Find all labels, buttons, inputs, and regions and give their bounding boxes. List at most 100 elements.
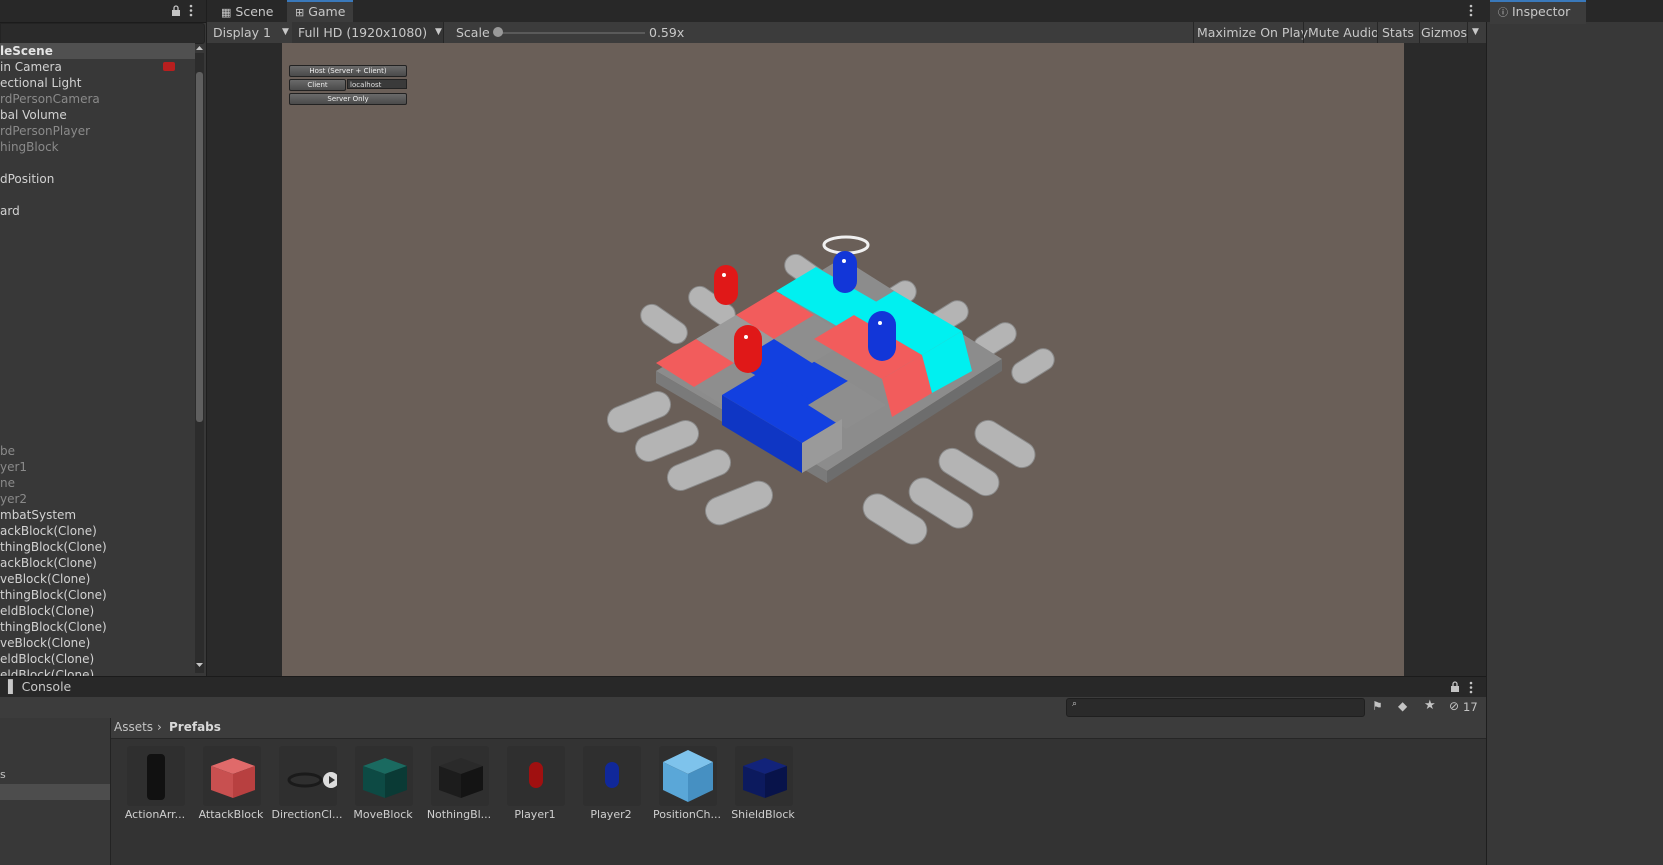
breadcrumb-assets[interactable]: Assets	[114, 720, 153, 734]
hierarchy-item[interactable]	[0, 219, 195, 235]
hierarchy-item[interactable]: yer2	[0, 491, 195, 507]
kebab-menu-icon[interactable]	[1469, 4, 1473, 17]
display-dropdown[interactable]: Display 1 ▼	[213, 22, 289, 43]
breadcrumb-prefabs[interactable]: Prefabs	[169, 720, 221, 734]
lock-icon[interactable]	[1450, 681, 1460, 693]
cylinder	[666, 449, 732, 491]
hierarchy-item[interactable]	[0, 379, 195, 395]
hierarchy-scrollbar-thumb[interactable]	[196, 72, 203, 422]
console-header: ▌ Console	[0, 676, 1486, 699]
hierarchy-item[interactable]	[0, 251, 195, 267]
filter-by-type-icon[interactable]: ⚑	[1372, 699, 1383, 713]
tab-scene-label: Scene	[235, 4, 274, 19]
hierarchy-item[interactable]	[0, 363, 195, 379]
hierarchy-item[interactable]	[0, 315, 195, 331]
hierarchy-item[interactable]: hingBlock	[0, 139, 195, 155]
hierarchy-item[interactable]	[0, 267, 195, 283]
resolution-dropdown[interactable]: Full HD (1920x1080) ▼	[292, 22, 443, 43]
asset-item[interactable]: PositionCh...	[652, 746, 722, 821]
hierarchy-item[interactable]: be	[0, 443, 195, 459]
mute-audio-toggle[interactable]: Mute Audio	[1308, 22, 1379, 43]
hierarchy-item[interactable]: eldBlock(Clone)	[0, 603, 195, 619]
game-view-tabbar: ▦ Scene ⊞ Game	[207, 0, 1486, 24]
tab-console[interactable]: ▌ Console	[0, 677, 79, 697]
stats-toggle[interactable]: Stats	[1382, 22, 1414, 43]
hierarchy-item[interactable]: thingBlock(Clone)	[0, 587, 195, 603]
hierarchy-item[interactable]: eldBlock(Clone)	[0, 651, 195, 667]
hierarchy-item[interactable]: leScene	[0, 43, 195, 59]
selected-folder-row[interactable]	[0, 784, 110, 800]
blue-capsule-icon	[583, 746, 641, 806]
label-icon[interactable]: ◆	[1398, 699, 1407, 713]
hierarchy-item[interactable]: veBlock(Clone)	[0, 635, 195, 651]
asset-item[interactable]: ShieldBlock	[728, 746, 798, 821]
folder-row-partial[interactable]: s	[0, 768, 6, 781]
breadcrumb: Assets › Prefabs	[111, 718, 1486, 739]
scale-label: Scale	[456, 25, 490, 40]
hierarchy-item[interactable]: mbatSystem	[0, 507, 195, 523]
asset-item[interactable]: AttackBlock	[196, 746, 266, 821]
hierarchy-item[interactable]: ectional Light	[0, 75, 195, 91]
navy-cube-icon	[735, 746, 793, 806]
cylinder	[1011, 348, 1055, 384]
hidden-packages-icon[interactable]: ⊘	[1449, 699, 1459, 713]
tab-console-label: Console	[21, 679, 72, 694]
asset-label: Player2	[590, 808, 632, 821]
hierarchy-item[interactable]: ackBlock(Clone)	[0, 555, 195, 571]
hierarchy-item[interactable]: dPosition	[0, 171, 195, 187]
hierarchy-item[interactable]: ne	[0, 475, 195, 491]
project-folder-tree[interactable]: s	[0, 718, 111, 865]
hierarchy-item[interactable]	[0, 411, 195, 427]
scroll-down-icon[interactable]	[195, 661, 204, 669]
hierarchy-item[interactable]	[0, 347, 195, 363]
player2-piece	[868, 311, 896, 361]
asset-item[interactable]: ActionArr...	[120, 746, 190, 821]
gizmos-dropdown-arrow-icon[interactable]: ▼	[1472, 22, 1479, 43]
hierarchy-item[interactable]	[0, 155, 195, 171]
console-icon: ▌	[8, 679, 18, 694]
kebab-menu-icon[interactable]	[189, 4, 193, 17]
favorite-star-icon[interactable]: ★	[1424, 698, 1436, 713]
hierarchy-item[interactable]: bal Volume	[0, 107, 195, 123]
asset-item[interactable]: Player2	[576, 746, 646, 821]
kebab-menu-icon[interactable]	[1469, 681, 1473, 694]
scale-slider-thumb[interactable]	[493, 27, 503, 37]
game-canvas[interactable]: Host (Server + Client) Client localhost …	[282, 43, 1404, 676]
tab-game[interactable]: ⊞ Game	[287, 0, 354, 24]
hierarchy-item[interactable]: rdPersonPlayer	[0, 123, 195, 139]
tab-scene[interactable]: ▦ Scene	[213, 0, 282, 22]
teal-cube-icon	[355, 746, 413, 806]
prefab-cube-icon	[659, 746, 717, 806]
hierarchy-item[interactable]	[0, 331, 195, 347]
hierarchy-item[interactable]: thingBlock(Clone)	[0, 619, 195, 635]
hierarchy-item[interactable]	[0, 395, 195, 411]
asset-label: NothingBl...	[426, 808, 492, 821]
cylinder	[640, 303, 688, 345]
scale-slider-track[interactable]	[497, 32, 645, 34]
hierarchy-item[interactable]: rdPersonCamera	[0, 91, 195, 107]
tab-inspector[interactable]: ⓘ Inspector	[1490, 0, 1586, 24]
gizmos-toggle[interactable]: Gizmos	[1421, 22, 1467, 43]
hierarchy-item[interactable]	[0, 235, 195, 251]
maximize-on-play-toggle[interactable]: Maximize On Play	[1197, 22, 1308, 43]
hierarchy-item[interactable]: ard	[0, 203, 195, 219]
hierarchy-search-input[interactable]	[0, 23, 205, 44]
hierarchy-item[interactable]	[0, 427, 195, 443]
hierarchy-item[interactable]: ackBlock(Clone)	[0, 523, 195, 539]
asset-item[interactable]: DirectionCl...	[272, 746, 342, 821]
hierarchy-item[interactable]	[0, 299, 195, 315]
hierarchy-item[interactable]: yer1	[0, 459, 195, 475]
hierarchy-item[interactable]: veBlock(Clone)	[0, 571, 195, 587]
player2-piece	[833, 251, 857, 293]
asset-item[interactable]: NothingBl...	[424, 746, 494, 821]
lock-icon[interactable]	[171, 5, 181, 17]
asset-item[interactable]: Player1	[500, 746, 570, 821]
asset-item[interactable]: MoveBlock	[348, 746, 418, 821]
scroll-up-icon[interactable]	[195, 44, 204, 52]
project-search-input[interactable]: ⌕	[1066, 698, 1365, 717]
hierarchy-item[interactable]	[0, 187, 195, 203]
grid-icon: ▦	[221, 6, 232, 19]
hierarchy-item[interactable]	[0, 283, 195, 299]
hierarchy-item[interactable]: eldBlock(Clone)	[0, 667, 195, 676]
hierarchy-item[interactable]: thingBlock(Clone)	[0, 539, 195, 555]
